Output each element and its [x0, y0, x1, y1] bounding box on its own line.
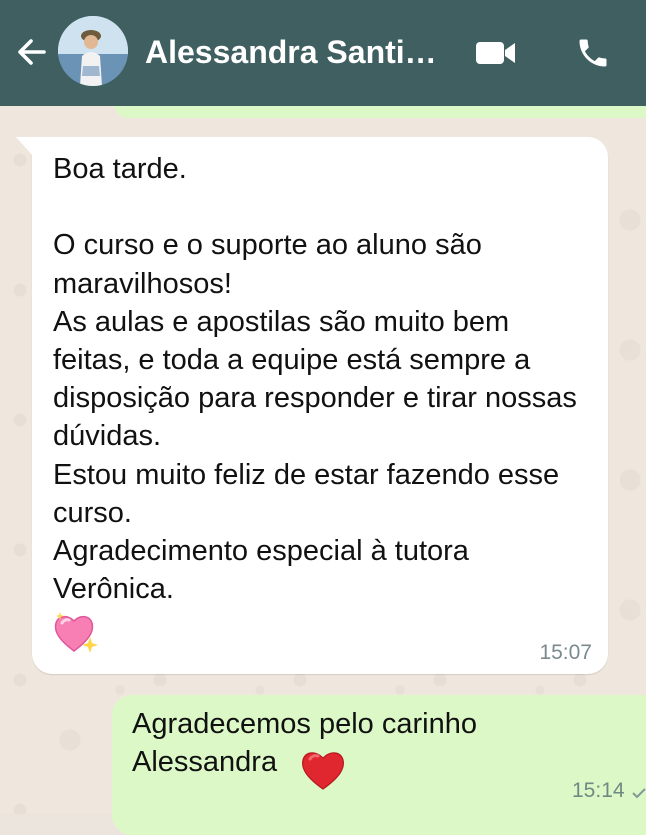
video-camera-icon [476, 42, 515, 64]
red-heart-icon [301, 752, 345, 790]
bubble-tail [16, 137, 34, 157]
message-timestamp: 15:07 [539, 641, 592, 664]
phone-icon [579, 39, 607, 67]
sparkling-heart-icon [54, 612, 98, 653]
message-timestamp: 15:14 [572, 779, 625, 802]
incoming-message-bubble[interactable]: Boa tarde. O curso e o suporte ao aluno … [16, 137, 608, 674]
message-text: Boa tarde. O curso e o suporte ao aluno … [53, 153, 577, 606]
contact-avatar[interactable] [58, 16, 128, 86]
outgoing-message-bubble[interactable]: Agradecemos pelo carinho Alessandra 15:1… [112, 695, 646, 835]
avatar-photo [58, 16, 128, 86]
chat-header: Alessandra Santi… [0, 0, 646, 106]
arrow-left-icon [18, 39, 46, 65]
check-icon [632, 788, 646, 799]
contact-name[interactable]: Alessandra Santi… [145, 30, 445, 74]
voice-call-button[interactable] [570, 30, 616, 76]
back-button[interactable] [12, 30, 52, 74]
video-call-button[interactable] [472, 34, 520, 72]
message-text: Agradecemos pelo carinho Alessandra [132, 708, 477, 778]
